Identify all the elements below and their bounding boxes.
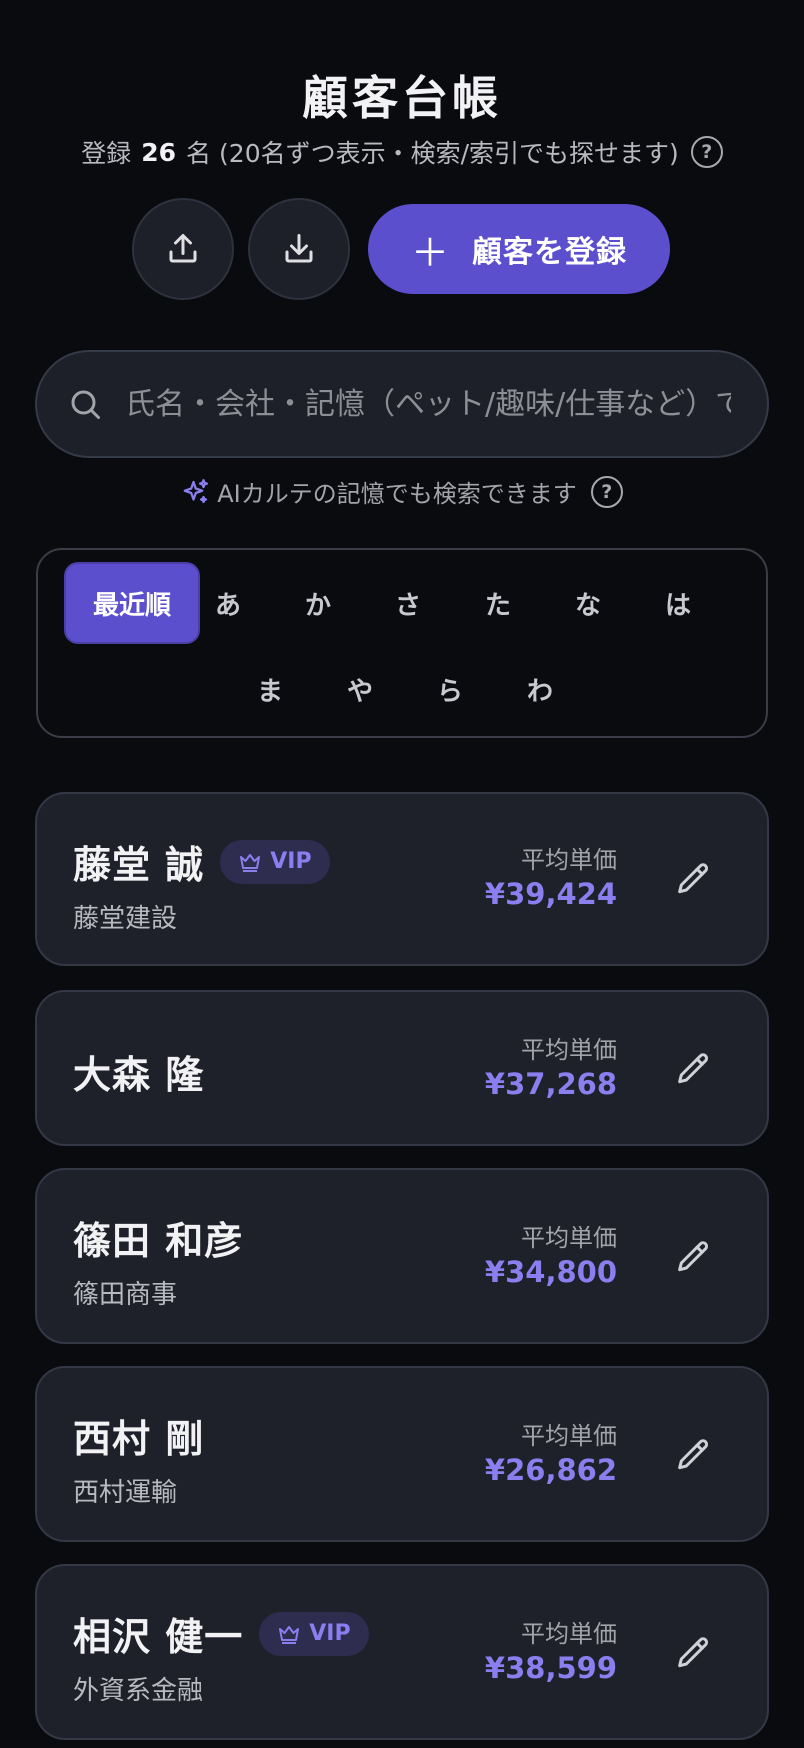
customer-company: 西村運輸 [73,1478,178,1508]
ai-help-icon[interactable]: ? [590,475,623,508]
price-label: 平均単価 [521,1224,617,1252]
price-value: ¥26,862 [484,1453,617,1487]
customer-card[interactable]: 篠田 和彦 篠田商事 平均単価 ¥34,800 [35,1168,769,1344]
customer-company: 篠田商事 [73,1280,178,1310]
customer-ledger-page: 顧客台帳 登録 26 名 (20名ずつ表示・検索/索引でも探せます) ? ＋ 顧… [0,0,804,1748]
customer-count-line: 登録 26 名 (20名ずつ表示・検索/索引でも探せます) ? [0,134,804,170]
customer-name-row: 藤堂 誠 VIP [73,834,330,889]
count-suffix: 名 [186,139,212,168]
edit-button[interactable] [667,1044,719,1096]
customer-name: 西村 剛 [73,1417,205,1461]
download-button[interactable] [248,198,350,300]
search-icon [71,390,100,419]
download-icon [285,234,313,263]
sparkle-icon [183,478,209,503]
price-value: ¥34,800 [484,1255,617,1289]
register-label: 顧客を登録 [472,235,627,270]
edit-button[interactable] [667,854,719,906]
customer-card[interactable]: 西村 剛 西村運輸 平均単価 ¥26,862 [35,1366,769,1542]
customer-card[interactable]: 相沢 健一 VIP 外資系金融 平均単価 ¥38,599 [35,1564,769,1740]
customer-name-row: 篠田 和彦 [73,1210,243,1265]
index-tab-wa[interactable]: わ [472,648,608,730]
count-note: (20名ずつ表示・検索/索引でも探せます) [219,139,679,168]
pencil-icon [678,863,709,894]
price-label: 平均単価 [521,846,617,874]
edit-button[interactable] [667,1430,719,1482]
upload-button[interactable] [132,198,234,300]
average-price: 平均単価 ¥37,268 [485,1030,617,1101]
upload-icon [169,234,197,263]
kana-index-panel: 最近順 あ か さ た な は ま や ら わ [36,548,768,738]
register-customer-button[interactable]: ＋ 顧客を登録 [368,204,670,294]
crown-icon [240,853,261,872]
pencil-icon [678,1439,709,1470]
average-price: 平均単価 ¥39,424 [485,840,617,911]
vip-badge: VIP [220,839,330,884]
average-price: 平均単価 ¥34,800 [485,1218,617,1289]
customer-name-row: 相沢 健一 VIP [73,1606,369,1661]
edit-button[interactable] [667,1628,719,1680]
price-value: ¥39,424 [484,877,617,911]
action-bar: ＋ 顧客を登録 [0,198,804,300]
search-input[interactable] [125,386,731,422]
pencil-icon [678,1053,709,1084]
customer-name-row: 大森 隆 [73,1044,204,1099]
crown-icon [279,1625,300,1644]
customer-name: 相沢 健一 [73,1615,244,1659]
help-icon[interactable]: ? [690,136,723,168]
vip-label: VIP [270,849,312,874]
customer-name: 篠田 和彦 [73,1219,244,1263]
customer-company: 藤堂建設 [73,904,178,934]
customer-name: 大森 隆 [73,1053,205,1097]
price-label: 平均単価 [521,1422,617,1450]
count-prefix: 登録 [81,139,132,168]
price-value: ¥38,599 [484,1651,617,1685]
pencil-icon [678,1241,709,1272]
ai-hint-text: AIカルテの記憶でも検索できます [217,480,577,508]
plus-icon: ＋ [410,230,450,275]
pencil-icon [678,1637,709,1668]
customer-card[interactable]: 藤堂 誠 VIP 藤堂建設 平均単価 ¥39,424 [35,792,769,966]
vip-badge: VIP [259,1611,369,1656]
price-value: ¥37,268 [484,1067,617,1101]
customer-company: 外資系金融 [73,1676,204,1706]
customer-card[interactable]: 大森 隆 平均単価 ¥37,268 [35,990,769,1146]
customer-name-row: 西村 剛 [73,1408,204,1463]
average-price: 平均単価 ¥26,862 [485,1416,617,1487]
vip-label: VIP [309,1621,351,1646]
price-label: 平均単価 [521,1620,617,1648]
ai-search-hint: AIカルテの記憶でも検索できます ? [0,474,804,509]
customer-count: 26 [141,137,177,167]
customer-name: 藤堂 誠 [73,843,205,887]
average-price: 平均単価 ¥38,599 [485,1614,617,1685]
page-title: 顧客台帳 [302,71,502,125]
price-label: 平均単価 [521,1036,617,1064]
search-bar [35,350,769,458]
edit-button[interactable] [667,1232,719,1284]
index-tab-ha[interactable]: は [610,562,746,644]
